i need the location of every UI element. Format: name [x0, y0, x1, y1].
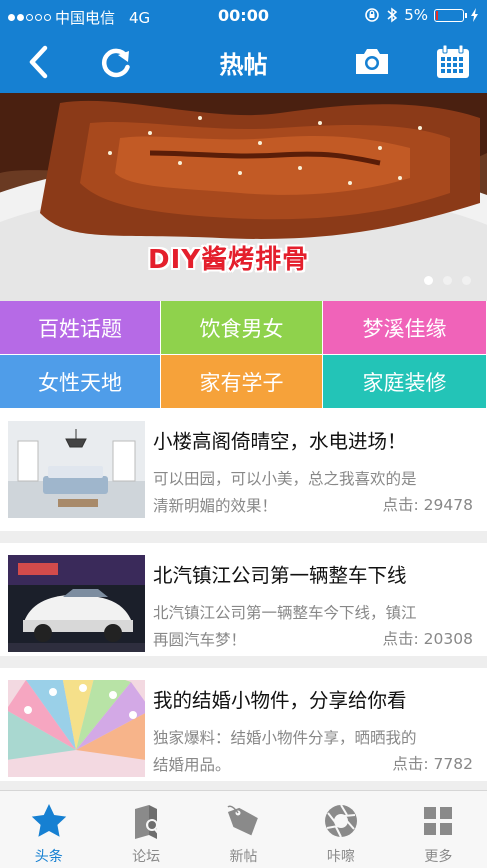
post-description-line: 独家爆料：结婚小物件分享，晒晒我的 — [153, 729, 417, 747]
calendar-icon — [437, 44, 469, 78]
forum-icon — [135, 805, 161, 839]
post-item[interactable]: 北汽镇江公司第一辆整车下线 北汽镇江公司第一辆整车今下线，镇江 再圆汽车梦！ 点… — [0, 543, 487, 668]
post-thumbnail — [8, 680, 145, 777]
tab-headlines[interactable]: 头条 — [0, 791, 97, 868]
category-baixing[interactable]: 百姓话题 — [0, 301, 161, 355]
bottom-tab-bar: 头条 论坛 新帖 咔嚓 更多 — [0, 790, 487, 868]
post-click-count: 点击: 29478 — [382, 496, 473, 514]
charging-bolt-icon — [471, 8, 478, 22]
post-title: 小楼高阁倚晴空，水电进场！ — [153, 430, 407, 453]
tab-new-posts[interactable]: 新帖 — [195, 791, 292, 868]
carousel-dot[interactable] — [443, 276, 452, 285]
post-thumbnail — [8, 421, 145, 518]
category-grid: 百姓话题 饮食男女 梦溪佳缘 女性天地 家有学子 家庭装修 — [0, 301, 487, 409]
orientation-lock-icon — [365, 8, 380, 22]
aperture-icon — [324, 804, 357, 838]
category-yinshi[interactable]: 饮食男女 — [161, 301, 323, 355]
category-mengxi[interactable]: 梦溪佳缘 — [323, 301, 487, 355]
bluetooth-icon — [387, 7, 398, 23]
camera-icon — [356, 49, 388, 74]
tab-label: 更多 — [424, 849, 453, 865]
grid-icon — [424, 807, 453, 835]
calendar-button[interactable] — [433, 42, 473, 82]
category-zhuangxiu[interactable]: 家庭装修 — [323, 355, 487, 409]
banner-caption: DIY酱烤排骨 — [148, 245, 310, 275]
star-icon — [31, 804, 66, 837]
camera-button[interactable] — [352, 42, 392, 82]
tab-label: 头条 — [34, 849, 63, 865]
status-bar: 中国电信 4G 00:00 5% — [0, 0, 487, 32]
carousel-dot[interactable] — [424, 276, 433, 285]
battery-percent: 5% — [404, 6, 428, 24]
category-nvxing[interactable]: 女性天地 — [0, 355, 161, 409]
tab-forum[interactable]: 论坛 — [97, 791, 194, 868]
post-title: 北汽镇江公司第一辆整车下线 — [153, 564, 407, 587]
page-title: 热帖 — [219, 51, 268, 79]
post-thumbnail — [8, 555, 145, 652]
tab-label: 新帖 — [229, 849, 258, 865]
post-item[interactable]: 小楼高阁倚晴空，水电进场！ 可以田园，可以小美，总之我喜欢的是 清新明媚的效果！… — [0, 409, 487, 543]
category-xuezi[interactable]: 家有学子 — [161, 355, 323, 409]
navigation-bar: 热帖 — [0, 32, 487, 93]
post-description-line: 可以田园，可以小美，总之我喜欢的是 — [153, 470, 417, 488]
tab-more[interactable]: 更多 — [390, 791, 487, 868]
battery-icon — [434, 8, 467, 22]
post-title: 我的结婚小物件，分享给你看 — [153, 689, 407, 712]
post-click-count: 点击: 7782 — [392, 755, 473, 773]
tab-label: 咔嚓 — [326, 849, 355, 865]
tag-icon — [226, 805, 258, 836]
carousel-dot[interactable] — [462, 276, 471, 285]
banner-carousel[interactable]: DIY酱烤排骨 — [0, 93, 487, 301]
tab-photos[interactable]: 咔嚓 — [292, 791, 389, 868]
post-list: 小楼高阁倚晴空，水电进场！ 可以田园，可以小美，总之我喜欢的是 清新明媚的效果！… — [0, 409, 487, 793]
post-item[interactable]: 我的结婚小物件，分享给你看 独家爆料：结婚小物件分享，晒晒我的 结婚用品。 点击… — [0, 668, 487, 793]
post-click-count: 点击: 20308 — [382, 630, 473, 648]
carousel-indicator[interactable] — [424, 276, 471, 285]
post-description-line: 北汽镇江公司第一辆整车今下线，镇江 — [153, 604, 417, 622]
tab-label: 论坛 — [132, 849, 161, 865]
